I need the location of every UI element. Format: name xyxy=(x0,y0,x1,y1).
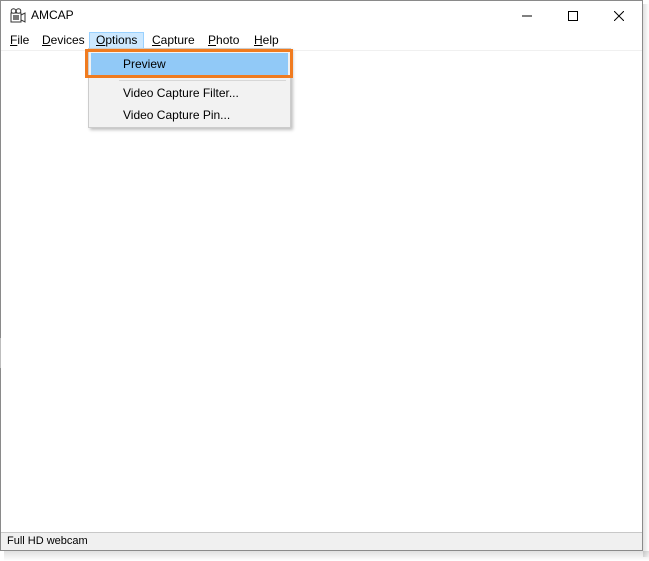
minimize-icon xyxy=(522,15,532,17)
menu-devices-accel: D xyxy=(42,33,51,47)
menu-devices[interactable]: Devices xyxy=(36,32,91,49)
window-title: AMCAP xyxy=(31,8,74,22)
menu-separator xyxy=(119,80,286,81)
close-button[interactable] xyxy=(596,1,642,31)
menu-help-label: elp xyxy=(262,33,279,47)
window-shadow-right xyxy=(643,4,649,557)
menu-devices-label: evices xyxy=(50,33,85,47)
menu-file[interactable]: File xyxy=(4,32,35,49)
menu-help[interactable]: Help xyxy=(248,32,285,49)
menu-help-accel: H xyxy=(254,33,263,47)
menu-item-video-capture-filter[interactable]: Video Capture Filter... xyxy=(91,82,288,104)
menu-options-label: ptions xyxy=(105,33,138,47)
menu-options[interactable]: Options xyxy=(89,32,145,49)
title-bar[interactable]: AMCAP xyxy=(1,1,642,31)
menu-photo-accel: P xyxy=(208,33,217,47)
menu-capture-accel: C xyxy=(152,33,161,47)
menu-file-label: ile xyxy=(17,33,30,47)
window-edge-mark xyxy=(0,338,1,368)
window-shadow-bottom xyxy=(4,551,649,561)
status-bar: Full HD webcam xyxy=(1,532,642,550)
maximize-icon xyxy=(568,11,578,21)
maximize-button[interactable] xyxy=(550,1,596,31)
menu-photo[interactable]: Photo xyxy=(202,32,245,49)
menu-item-preview[interactable]: Preview xyxy=(91,53,288,75)
menu-capture-label: apture xyxy=(160,33,195,47)
menu-photo-label: hoto xyxy=(216,33,240,47)
camera-icon[interactable] xyxy=(9,7,27,25)
status-device-name: Full HD webcam xyxy=(7,535,88,547)
minimize-button[interactable] xyxy=(504,1,550,31)
menu-item-video-capture-pin[interactable]: Video Capture Pin... xyxy=(91,104,288,126)
menu-options-accel: O xyxy=(96,33,106,47)
menu-capture[interactable]: Capture xyxy=(146,32,201,49)
options-dropdown-menu: Preview Video Capture Filter... Video Ca… xyxy=(88,48,291,128)
close-icon xyxy=(614,11,624,21)
